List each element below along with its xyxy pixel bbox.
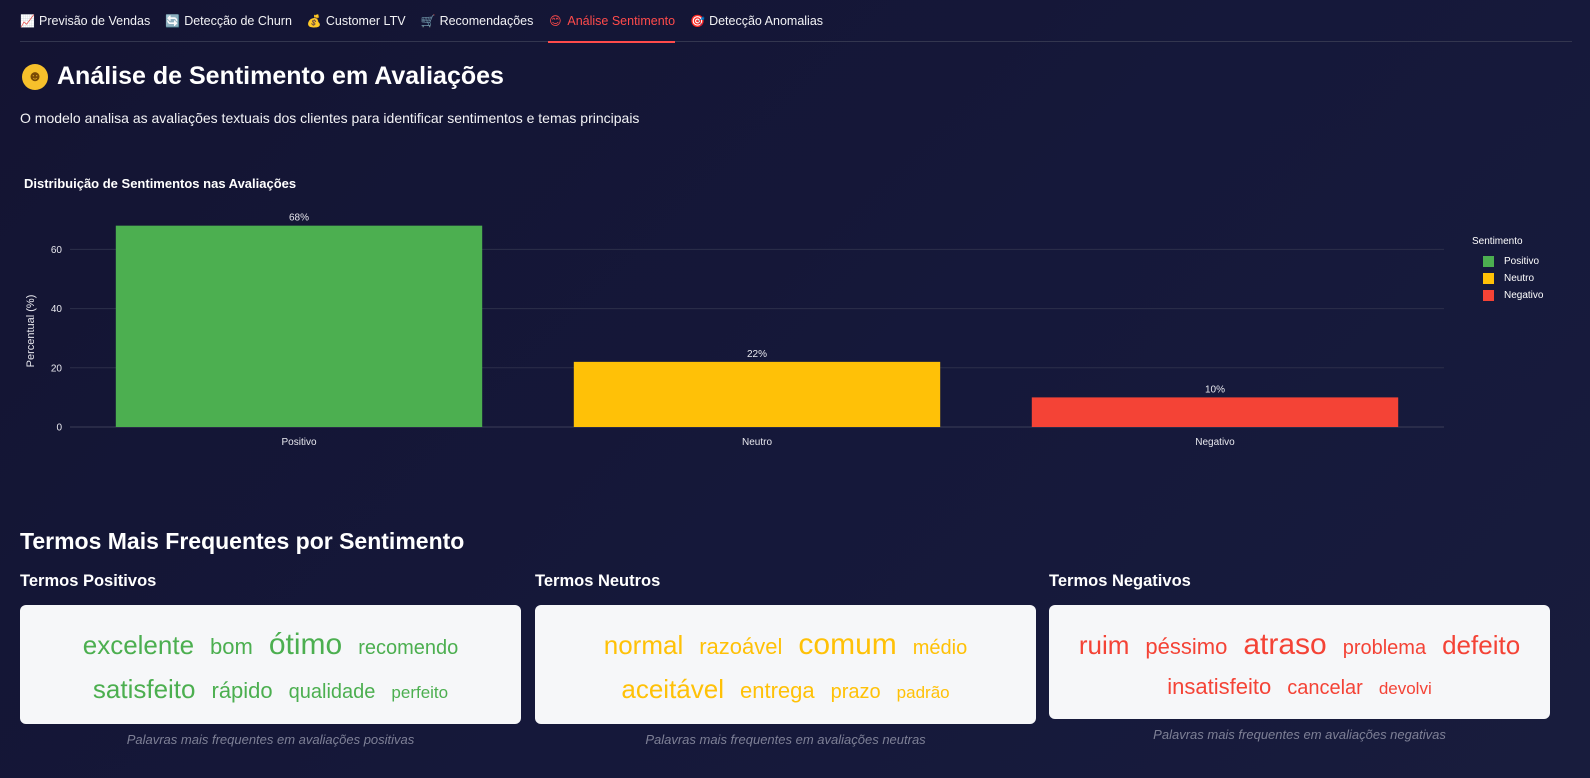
tab-icon: 🎯 (690, 13, 706, 28)
term-word: insatisfeito (1167, 673, 1272, 699)
term-word: normal (603, 630, 684, 660)
tab-label: Customer LTV (325, 13, 406, 28)
term-word: comum (798, 628, 897, 661)
tab-deteccao-anomalias[interactable]: 🎯 Detecção Anomalias (690, 0, 823, 42)
term-word: entrega (740, 677, 815, 703)
tab-deteccao-de-churn[interactable]: 🔄 Detecção de Churn (165, 0, 292, 42)
term-word: satisfeito (92, 673, 196, 704)
term-word: rápido (211, 677, 273, 703)
y-tick-label: 20 (51, 363, 63, 374)
bar-data-label: 22% (747, 349, 767, 360)
tab-icon: 🔄 (165, 13, 181, 28)
terms-column-2: Termos Negativos ruim péssimo atraso problem… (1049, 572, 1550, 742)
terms-caption: Palavras mais frequentes em avaliações n… (645, 732, 926, 748)
tab-bar: 📈 Previsão de Vendas 🔄 Detecção de Churn 💰 Cu… (20, 0, 1572, 43)
tab-icon: 🛒 (420, 13, 436, 28)
legend-item-negativo[interactable]: Negativo (1483, 287, 1543, 304)
term-word: cancelar (1287, 676, 1363, 699)
page-subtitle: O modelo analisa as avaliações textuais … (20, 110, 640, 126)
terms-column-0: Termos Positivos excelente bom ótimo recomen… (20, 572, 521, 747)
legend-label: Negativo (1504, 290, 1544, 301)
term-word: ótimo (268, 628, 343, 661)
bar-data-label: 68% (289, 213, 309, 224)
term-word: padrão (896, 682, 950, 702)
term-word: bom (210, 634, 253, 659)
legend-swatch (1483, 273, 1494, 284)
chart-legend[interactable]: Sentimento Positivo Neutro Negativo (1472, 236, 1543, 304)
tab-label: Detecção Anomalias (709, 13, 824, 28)
tab-label: Detecção de Churn (184, 13, 292, 28)
term-word: péssimo (1145, 634, 1228, 659)
tab-icon: 💰 (306, 13, 322, 28)
x-tick-label: Neutro (742, 437, 772, 448)
terms-section-title: Termos Mais Frequentes por Sentimento (20, 528, 465, 554)
term-word: devolvi (1378, 678, 1432, 698)
y-tick-label: 60 (51, 245, 63, 256)
tab-label: Previsão de Vendas (39, 13, 151, 28)
y-tick-label: 0 (56, 423, 62, 434)
terms-heading: Termos Positivos (20, 572, 157, 590)
smiling-face-icon: ☻ (22, 63, 48, 90)
x-tick-label: Positivo (281, 437, 316, 448)
legend-item-positivo[interactable]: Positivo (1483, 253, 1543, 270)
term-word: perfeito (391, 682, 449, 702)
term-word: ruim (1078, 630, 1130, 660)
chart-title: Distribuição de Sentimentos nas Avaliaçõ… (24, 176, 297, 191)
word-cloud-card: ruim péssimo atraso problema defeito insatisf… (1049, 605, 1550, 719)
term-word: aceitável (621, 673, 725, 704)
sentiment-bar-chart: 0 20 40 60 Percentual (%) 68% Positivo 22% Neutr… (25, 213, 1444, 448)
legend-title: Sentimento (1472, 236, 1523, 247)
legend-swatch (1483, 290, 1494, 301)
terms-caption: Palavras mais frequentes em avaliações p… (126, 732, 415, 748)
page-title-text: Análise de Sentimento em Avaliações (57, 62, 504, 90)
bar-data-label: 10% (1205, 384, 1225, 395)
x-tick-label: Negativo (1195, 437, 1235, 448)
term-word: qualidade (288, 680, 376, 703)
tab-icon: 😊 (549, 13, 562, 28)
bar-negativo (1031, 397, 1399, 427)
y-tick-label: 40 (51, 304, 63, 315)
tab-label: Recomendações (439, 13, 534, 28)
term-word: problema (1342, 637, 1427, 659)
y-axis-label: Percentual (%) (25, 295, 37, 368)
term-word: recomendo (358, 637, 459, 659)
tab-label: Análise Sentimento (567, 13, 676, 28)
legend-swatch (1483, 256, 1494, 267)
bar-neutro (573, 361, 941, 427)
legend-item-neutro[interactable]: Neutro (1483, 270, 1543, 287)
term-word: atraso (1243, 628, 1327, 661)
tab-icon: 📈 (20, 13, 35, 28)
term-word: defeito (1442, 630, 1521, 660)
term-word: médio (912, 637, 968, 659)
tab-customer-ltv[interactable]: 💰 Customer LTV (307, 0, 406, 42)
terms-column-1: Termos Neutros normal razoável comum médio ac… (535, 572, 1036, 747)
terms-heading: Termos Negativos (1049, 572, 1191, 590)
legend-label: Neutro (1504, 273, 1535, 284)
terms-heading: Termos Neutros (535, 572, 661, 590)
term-word: excelente (82, 630, 195, 660)
tab-recomendacoes[interactable]: 🛒 Recomendações (421, 0, 534, 42)
bar-positivo (115, 225, 483, 427)
term-word: razoável (699, 634, 783, 659)
legend-label: Positivo (1504, 256, 1540, 267)
tab-previsao-de-vendas[interactable]: 📈 Previsão de Vendas (20, 0, 150, 42)
word-cloud-card: excelente bom ótimo recomendo satisfeito rápi… (20, 605, 521, 725)
tab-analise-sentimento[interactable]: 😊 Análise Sentimento (548, 0, 676, 43)
term-word: prazo (830, 680, 881, 703)
page-title: ☻ Análise de Sentimento em Avaliações (22, 62, 504, 91)
terms-caption: Palavras mais frequentes em avaliações n… (1153, 726, 1446, 742)
word-cloud-card: normal razoável comum médio aceitável entrega… (535, 605, 1036, 725)
